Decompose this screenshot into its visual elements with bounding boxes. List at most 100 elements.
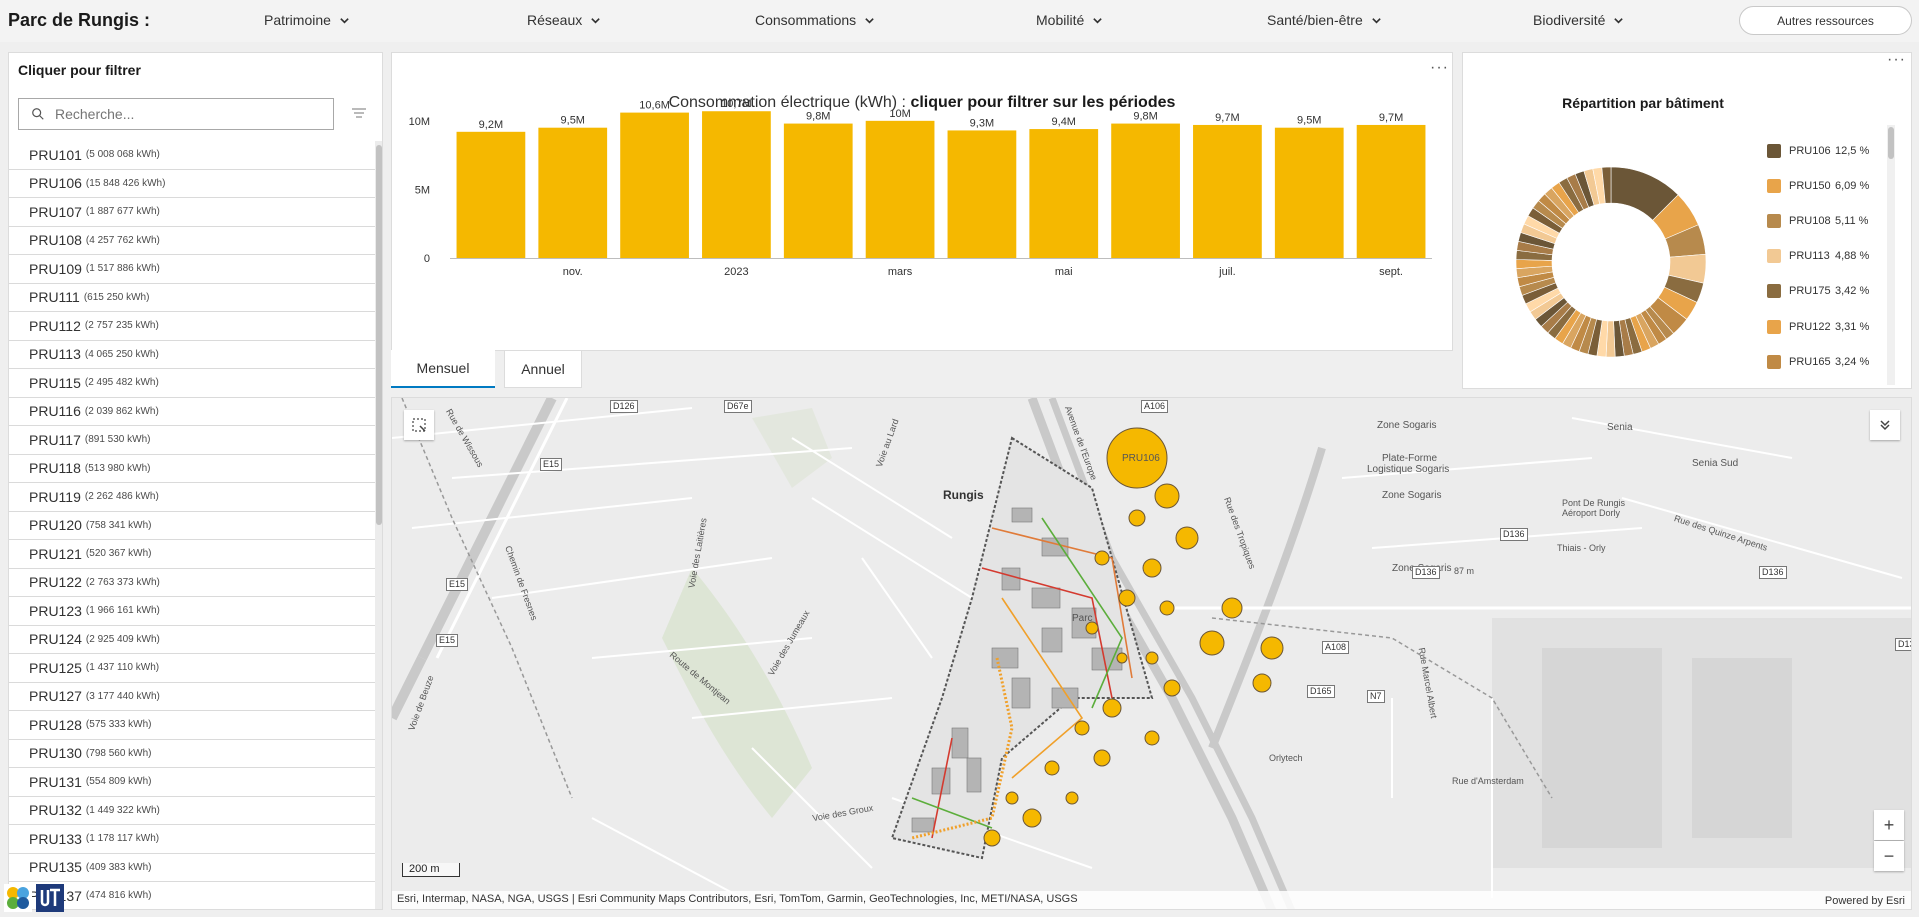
legend-scroll-thumb[interactable]	[1888, 127, 1894, 159]
road-shield: D136	[1759, 566, 1787, 579]
list-item-value: (891 530 kWh)	[84, 434, 151, 446]
legend-item[interactable]: PRU165 3,24 %	[1767, 344, 1887, 379]
list-item-value: (520 367 kWh)	[85, 548, 152, 560]
nav-reseaux[interactable]: Réseaux	[527, 12, 601, 28]
list-item-name: PRU112	[29, 317, 81, 334]
list-item-name: PRU131	[29, 773, 82, 790]
bar[interactable]	[1111, 123, 1180, 258]
powered-by-esri[interactable]: Powered by Esri	[1825, 895, 1905, 907]
list-item[interactable]: PRU124 (2 925 409 kWh)	[9, 626, 375, 654]
legend-item[interactable]: PRU106 12,5 %	[1767, 133, 1887, 168]
collapse-button[interactable]	[1870, 410, 1900, 440]
list-item[interactable]: PRU120 (758 341 kWh)	[9, 512, 375, 540]
list-item[interactable]: PRU131 (554 809 kWh)	[9, 768, 375, 797]
list-item-value: (1 966 161 kWh)	[85, 605, 160, 617]
map-view[interactable]: Rungis PRU106 Parc Zone Sogaris Zone Sog…	[391, 397, 1912, 910]
list-item[interactable]: PRU108 (4 257 762 kWh)	[9, 227, 375, 255]
legend-item[interactable]: PRU108 5,11 %	[1767, 203, 1887, 238]
select-tool-button[interactable]	[404, 410, 434, 440]
zoom-in-button[interactable]: +	[1874, 810, 1904, 840]
road-shield: E15	[446, 578, 469, 591]
list-item-value: (5 008 068 kWh)	[85, 149, 160, 161]
list-item-name: PRU120	[29, 517, 82, 534]
filter-list: PRU101 (5 008 068 kWh) PRU106 (15 848 426 k…	[9, 141, 375, 909]
legend-name: PRU108	[1789, 214, 1831, 227]
list-item[interactable]: PRU132 (1 449 322 kWh)	[9, 797, 375, 825]
x-tick-label: mai	[1055, 266, 1073, 278]
list-item[interactable]: PRU130 (798 560 kWh)	[9, 740, 375, 768]
map-label-pont-rungis: Pont De Rungis	[1562, 498, 1626, 508]
map-label-zone-sogaris: Zone Sogaris	[1382, 490, 1442, 501]
bar[interactable]	[783, 123, 853, 258]
list-item[interactable]: PRU113 (4 065 250 kWh)	[9, 341, 375, 369]
filter-icon[interactable]	[351, 106, 367, 120]
list-item[interactable]: PRU128 (575 333 kWh)	[9, 711, 375, 740]
bar[interactable]	[456, 131, 526, 258]
nav-mobilite[interactable]: Mobilité	[1036, 12, 1103, 28]
list-item-value: (615 250 kWh)	[83, 291, 150, 303]
list-item[interactable]: PRU111 (615 250 kWh)	[9, 284, 375, 312]
list-item[interactable]: PRU101 (5 008 068 kWh)	[9, 141, 375, 170]
list-item-value: (575 333 kWh)	[85, 719, 152, 731]
map-label-elevation: 87 m	[1454, 566, 1475, 576]
list-item[interactable]: PRU109 (1 517 886 kWh)	[9, 255, 375, 284]
legend-item[interactable]: PRU113 4,88 %	[1767, 239, 1887, 274]
bar[interactable]	[865, 120, 935, 259]
list-item[interactable]: PRU112 (2 757 235 kWh)	[9, 312, 375, 341]
legend-scrollbar[interactable]	[1887, 125, 1895, 385]
basemap[interactable]	[392, 398, 1912, 910]
list-item[interactable]: PRU133 (1 178 117 kWh)	[9, 825, 375, 854]
map-label-thiais: Thiais - Orly	[1557, 543, 1606, 553]
more-options-icon[interactable]: ···	[1887, 53, 1906, 69]
bar-data-label: 10,6M	[639, 100, 670, 112]
bar[interactable]	[1193, 124, 1262, 258]
legend-item[interactable]: PRU175 3,42 %	[1767, 274, 1887, 309]
nav-label: Biodiversité	[1533, 12, 1606, 28]
filter-panel: Cliquer pour filtrer PRU101(5 008 068 kW…	[8, 52, 383, 910]
nav-label: Patrimoine	[264, 12, 331, 28]
list-item[interactable]: PRU118 (513 980 kWh)	[9, 455, 375, 483]
search-input[interactable]	[55, 106, 315, 122]
list-item[interactable]: PRU135 (409 383 kWh)	[9, 854, 375, 882]
legend-item[interactable]: PRU150 6,09 %	[1767, 168, 1887, 203]
legend-item[interactable]: PRU122 3,31 %	[1767, 309, 1887, 344]
legend-percent: 6,09 %	[1835, 179, 1870, 192]
bar[interactable]	[947, 130, 1017, 258]
bar[interactable]	[702, 111, 771, 258]
nav-consommations[interactable]: Consommations	[755, 12, 875, 28]
tab-annual[interactable]: Annuel	[504, 350, 582, 388]
x-tick-label: 2023	[724, 266, 748, 278]
bar[interactable]	[538, 127, 608, 258]
zoom-out-button[interactable]: −	[1874, 841, 1904, 871]
scale-bar: 200 m	[402, 863, 460, 877]
list-item[interactable]: PRU115 (2 495 482 kWh)	[9, 369, 375, 398]
list-item[interactable]: PRU119 (2 262 486 kWh)	[9, 483, 375, 512]
chevron-down-icon	[1614, 17, 1624, 24]
list-item-name: PRU106	[29, 175, 82, 192]
bar[interactable]	[1356, 124, 1426, 258]
list-scroll-thumb[interactable]	[376, 145, 382, 525]
list-item[interactable]: PRU127 (3 177 440 kWh)	[9, 683, 375, 711]
nav-patrimoine[interactable]: Patrimoine	[264, 12, 350, 28]
list-item[interactable]: PRU122 (2 763 373 kWh)	[9, 569, 375, 597]
other-resources-button[interactable]: Autres ressources	[1739, 6, 1912, 35]
bar[interactable]	[1029, 129, 1099, 258]
list-item[interactable]: PRU106 (15 848 426 kWh)	[9, 170, 375, 198]
tab-monthly[interactable]: Mensuel	[391, 350, 495, 388]
nav-biodiversite[interactable]: Biodiversité	[1533, 12, 1624, 28]
list-item[interactable]: PRU121 (520 367 kWh)	[9, 540, 375, 569]
list-item[interactable]: PRU116 (2 039 862 kWh)	[9, 398, 375, 426]
road-shield: D136	[1500, 528, 1528, 541]
legend-percent: 3,42 %	[1835, 285, 1870, 298]
list-item[interactable]: PRU117 (891 530 kWh)	[9, 426, 375, 455]
legend-swatch	[1767, 143, 1781, 158]
donut-chart	[1515, 166, 1707, 358]
bar[interactable]	[620, 112, 689, 258]
nav-sante[interactable]: Santé/bien-être	[1267, 12, 1382, 28]
list-item[interactable]: PRU125 (1 437 110 kWh)	[9, 654, 375, 683]
list-item[interactable]: PRU123 (1 966 161 kWh)	[9, 597, 375, 626]
bar[interactable]	[1274, 127, 1344, 258]
list-item[interactable]: PRU107 (1 887 677 kWh)	[9, 198, 375, 227]
map-label-parc: Parc	[1072, 613, 1093, 624]
search-box[interactable]	[18, 98, 334, 130]
